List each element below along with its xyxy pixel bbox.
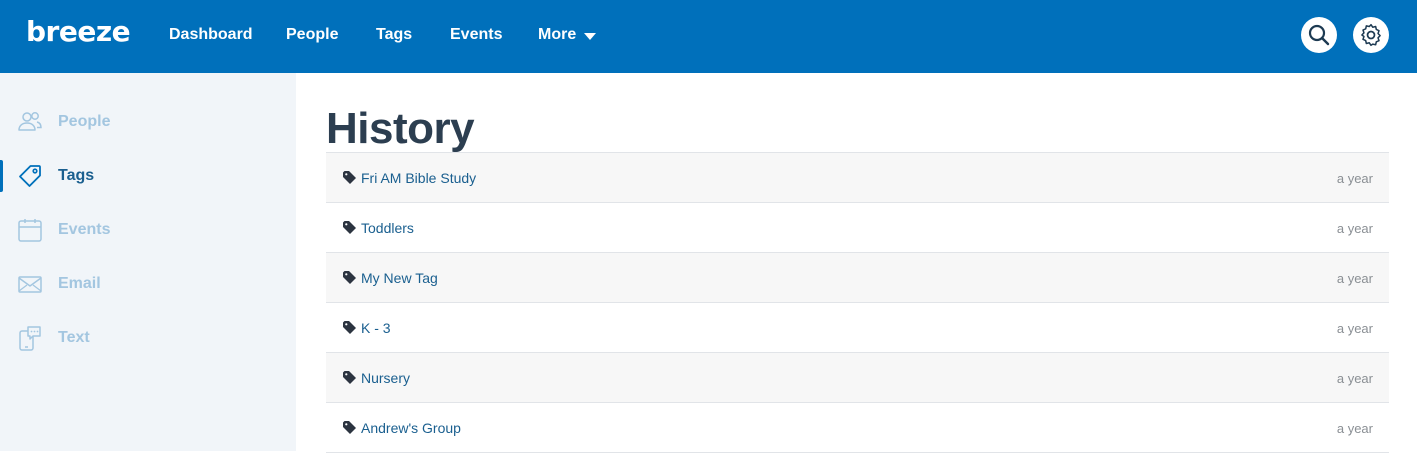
tag-link[interactable]: Toddlers bbox=[361, 219, 414, 237]
tag-link[interactable]: Fri AM Bible Study bbox=[361, 169, 476, 187]
page-title: History bbox=[326, 104, 475, 153]
relative-time: a year bbox=[1336, 371, 1373, 386]
tag-icon bbox=[343, 171, 356, 184]
tag-link[interactable]: K - 3 bbox=[361, 319, 391, 337]
search-button[interactable] bbox=[1301, 17, 1337, 53]
nav-people[interactable]: People bbox=[286, 24, 338, 46]
tag-icon bbox=[343, 321, 356, 334]
relative-time: a year bbox=[1336, 321, 1373, 336]
gear-icon bbox=[1361, 23, 1381, 47]
search-icon bbox=[1308, 24, 1330, 46]
nav-more-dropdown[interactable]: More bbox=[538, 24, 597, 46]
history-row: My New Tag a year bbox=[326, 253, 1389, 303]
sidebar-item-text[interactable]: Text bbox=[0, 318, 296, 358]
nav-events[interactable]: Events bbox=[450, 24, 502, 46]
tag-icon bbox=[343, 221, 356, 234]
history-row: Fri AM Bible Study a year bbox=[326, 153, 1389, 203]
sidebar-item-people[interactable]: People bbox=[0, 102, 296, 142]
tag-link[interactable]: Nursery bbox=[361, 369, 410, 387]
nav-tags[interactable]: Tags bbox=[376, 24, 412, 46]
sidebar-item-label: Tags bbox=[58, 167, 95, 184]
tag-icon bbox=[343, 271, 356, 284]
chevron-down-icon bbox=[584, 32, 597, 40]
nav-more-label: More bbox=[538, 26, 577, 43]
history-row: Toddlers a year bbox=[326, 203, 1389, 253]
sidebar-item-events[interactable]: Events bbox=[0, 210, 296, 250]
nav-dashboard[interactable]: Dashboard bbox=[169, 24, 253, 46]
tag-icon bbox=[19, 165, 41, 187]
tag-link[interactable]: My New Tag bbox=[361, 269, 438, 287]
history-list: Fri AM Bible Study a year Toddlers a yea… bbox=[326, 152, 1389, 453]
tag-icon bbox=[343, 371, 356, 384]
sidebar-item-label: Email bbox=[58, 275, 101, 292]
history-row: Nursery a year bbox=[326, 353, 1389, 403]
sidebar-item-label: Text bbox=[58, 329, 90, 346]
active-indicator bbox=[0, 160, 3, 192]
sidebar-item-email[interactable]: Email bbox=[0, 264, 296, 304]
sidebar-item-label: People bbox=[58, 113, 111, 130]
relative-time: a year bbox=[1336, 271, 1373, 286]
history-row: K - 3 a year bbox=[326, 303, 1389, 353]
relative-time: a year bbox=[1336, 421, 1373, 436]
sidebar-item-label: Events bbox=[58, 221, 111, 238]
phone-chat-icon bbox=[19, 326, 41, 351]
tag-link[interactable]: Andrew's Group bbox=[361, 419, 461, 437]
settings-button[interactable] bbox=[1353, 17, 1389, 53]
calendar-icon bbox=[18, 219, 42, 242]
history-row: Andrew's Group a year bbox=[326, 403, 1389, 453]
sidebar: People Tags Events Email Text bbox=[0, 73, 296, 451]
relative-time: a year bbox=[1336, 171, 1373, 186]
envelope-icon bbox=[18, 276, 42, 293]
sidebar-item-tags[interactable]: Tags bbox=[0, 156, 296, 196]
tag-icon bbox=[343, 421, 356, 434]
breeze-logo[interactable]: breeze bbox=[26, 14, 131, 50]
top-navigation-bar: breeze Dashboard People Tags Events More bbox=[0, 0, 1417, 73]
relative-time: a year bbox=[1336, 221, 1373, 236]
people-icon bbox=[18, 112, 42, 131]
